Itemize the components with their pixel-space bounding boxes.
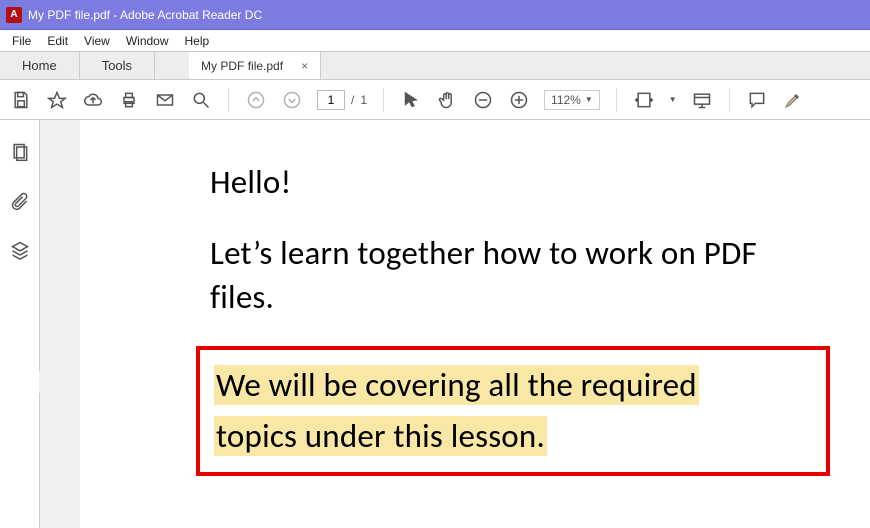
tab-home[interactable]: Home (0, 52, 80, 79)
find-icon[interactable] (190, 89, 212, 111)
hand-tool-icon[interactable] (436, 89, 458, 111)
page-total: 1 (360, 93, 367, 107)
save-icon[interactable] (10, 89, 32, 111)
document-viewport[interactable]: Hello! Let’s learn together how to work … (40, 120, 870, 528)
menu-window[interactable]: Window (118, 32, 177, 50)
doc-paragraph-1: Hello! (210, 160, 810, 205)
chevron-down-icon[interactable]: ▼ (669, 95, 677, 104)
navigation-pane: ◂ (0, 120, 40, 528)
tab-tools[interactable]: Tools (80, 52, 155, 79)
cloud-upload-icon[interactable] (82, 89, 104, 111)
zoom-level-dropdown[interactable]: 112% ▼ (544, 90, 600, 110)
pdf-page: Hello! Let’s learn together how to work … (80, 120, 870, 528)
doc-paragraph-3: We will be covering all the required top… (214, 360, 812, 462)
content-area: ◂ Hello! Let’s learn together how to wor… (0, 120, 870, 528)
page-up-icon[interactable] (245, 89, 267, 111)
attachments-icon[interactable] (10, 191, 30, 214)
view-bar: Home Tools My PDF file.pdf × (0, 52, 870, 80)
page-down-icon[interactable] (281, 89, 303, 111)
window-title: My PDF file.pdf - Adobe Acrobat Reader D… (28, 8, 262, 22)
doc-paragraph-2: Let’s learn together how to work on PDF … (210, 231, 810, 320)
email-icon[interactable] (154, 89, 176, 111)
print-icon[interactable] (118, 89, 140, 111)
highlighted-text: topics under this lesson. (214, 416, 547, 456)
page-indicator: / 1 (317, 90, 367, 110)
read-mode-icon[interactable] (691, 89, 713, 111)
fit-width-icon[interactable] (633, 89, 655, 111)
highlighted-text: We will be covering all the required (214, 365, 699, 405)
star-icon[interactable] (46, 89, 68, 111)
layers-icon[interactable] (10, 240, 30, 263)
page-separator: / (351, 93, 354, 107)
zoom-level-label: 112% (551, 93, 581, 107)
page-number-input[interactable] (317, 90, 345, 110)
thumbnails-icon[interactable] (10, 142, 30, 165)
toolbar: / 1 112% ▼ ▼ (0, 80, 870, 120)
comment-icon[interactable] (746, 89, 768, 111)
menu-view[interactable]: View (76, 32, 118, 50)
zoom-in-icon[interactable] (508, 89, 530, 111)
toolbar-separator (616, 88, 617, 112)
toolbar-separator (228, 88, 229, 112)
title-bar: A My PDF file.pdf - Adobe Acrobat Reader… (0, 0, 870, 30)
zoom-out-icon[interactable] (472, 89, 494, 111)
document-tab[interactable]: My PDF file.pdf × (189, 52, 321, 79)
document-tab-label: My PDF file.pdf (201, 59, 283, 73)
menu-help[interactable]: Help (177, 32, 218, 50)
menu-bar: File Edit View Window Help (0, 30, 870, 52)
menu-edit[interactable]: Edit (39, 32, 76, 50)
selection-box: We will be covering all the required top… (196, 346, 830, 476)
toolbar-separator (383, 88, 384, 112)
app-icon: A (6, 7, 22, 23)
toolbar-separator (729, 88, 730, 112)
close-tab-icon[interactable]: × (301, 59, 308, 73)
chevron-down-icon: ▼ (585, 95, 593, 104)
menu-file[interactable]: File (4, 32, 39, 50)
highlight-icon[interactable] (782, 89, 804, 111)
select-tool-icon[interactable] (400, 89, 422, 111)
